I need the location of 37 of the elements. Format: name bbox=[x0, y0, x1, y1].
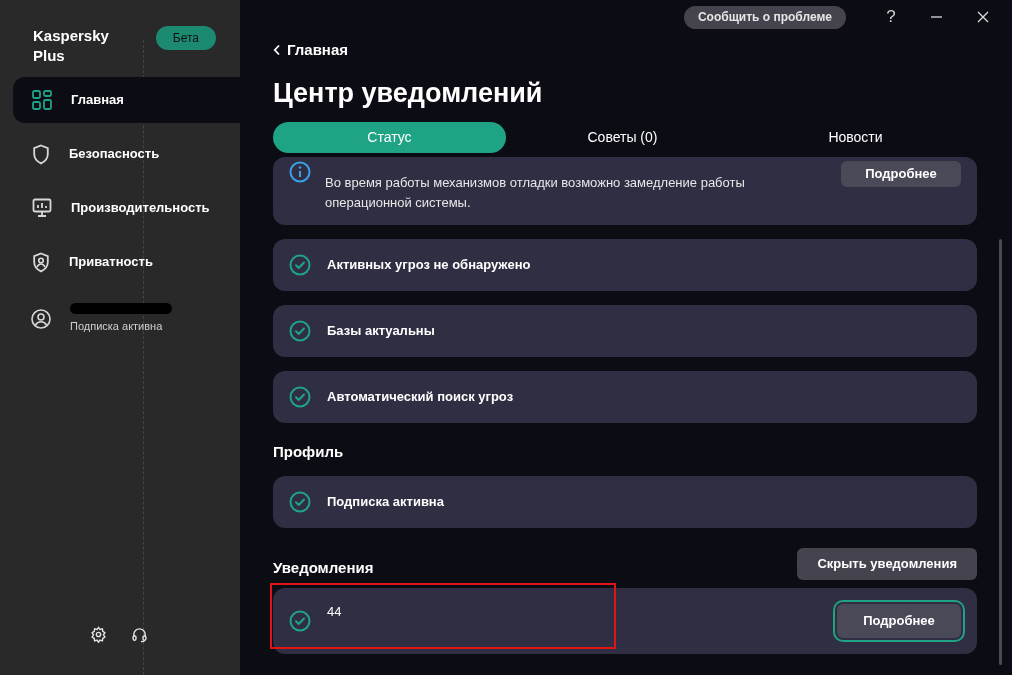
tab[interactable]: Советы (0) bbox=[506, 122, 739, 153]
section-heading: Уведомления bbox=[273, 558, 374, 578]
nav-item[interactable]: Безопасность bbox=[13, 131, 240, 177]
beta-badge: Бета bbox=[155, 26, 216, 50]
section-heading: Профиль bbox=[273, 442, 345, 462]
nav-item[interactable]: Главная bbox=[13, 77, 240, 123]
back-link[interactable]: Главная bbox=[273, 40, 348, 60]
info-icon bbox=[289, 161, 311, 183]
check-circle-icon bbox=[289, 254, 311, 276]
headset-icon[interactable] bbox=[131, 626, 148, 643]
shield-user-icon bbox=[32, 251, 50, 273]
tab[interactable]: Новости bbox=[739, 122, 972, 153]
grid-icon bbox=[32, 90, 52, 110]
hide-notifications-button[interactable]: Скрыть уведомления bbox=[797, 547, 977, 580]
chevron-left-icon bbox=[273, 44, 281, 56]
check-circle-icon bbox=[289, 609, 311, 632]
check-circle-icon bbox=[289, 490, 311, 513]
app-name: Kaspersky Plus bbox=[33, 26, 110, 66]
warning-text: Во время работы механизмов отладки возможно замедление работы операционной системы. bbox=[325, 174, 746, 212]
help-button[interactable]: ? bbox=[868, 2, 914, 32]
nav-item[interactable]: Производительность bbox=[13, 185, 240, 231]
status-card: Активных угроз не обнаружено bbox=[273, 239, 977, 291]
status-card: Базы актуальны bbox=[273, 305, 977, 357]
check-circle-icon bbox=[289, 386, 311, 408]
account-status: Подписка активна bbox=[70, 319, 164, 334]
shield-icon bbox=[32, 143, 50, 165]
settings-icon[interactable] bbox=[90, 626, 107, 643]
check-circle-icon bbox=[289, 320, 311, 342]
details-button[interactable]: Подробнее bbox=[841, 161, 961, 187]
page-title: Центр уведомлений bbox=[273, 77, 544, 110]
report-problem-button[interactable]: Сообщить о проблеме bbox=[683, 5, 846, 29]
monitor-icon bbox=[32, 198, 52, 218]
scrollbar[interactable] bbox=[999, 239, 1002, 665]
nav-item[interactable]: Приватность bbox=[13, 239, 240, 285]
status-card: Подписка активна bbox=[273, 475, 977, 528]
user-avatar-icon bbox=[31, 308, 51, 329]
status-card: Автоматический поиск угроз bbox=[273, 371, 977, 423]
